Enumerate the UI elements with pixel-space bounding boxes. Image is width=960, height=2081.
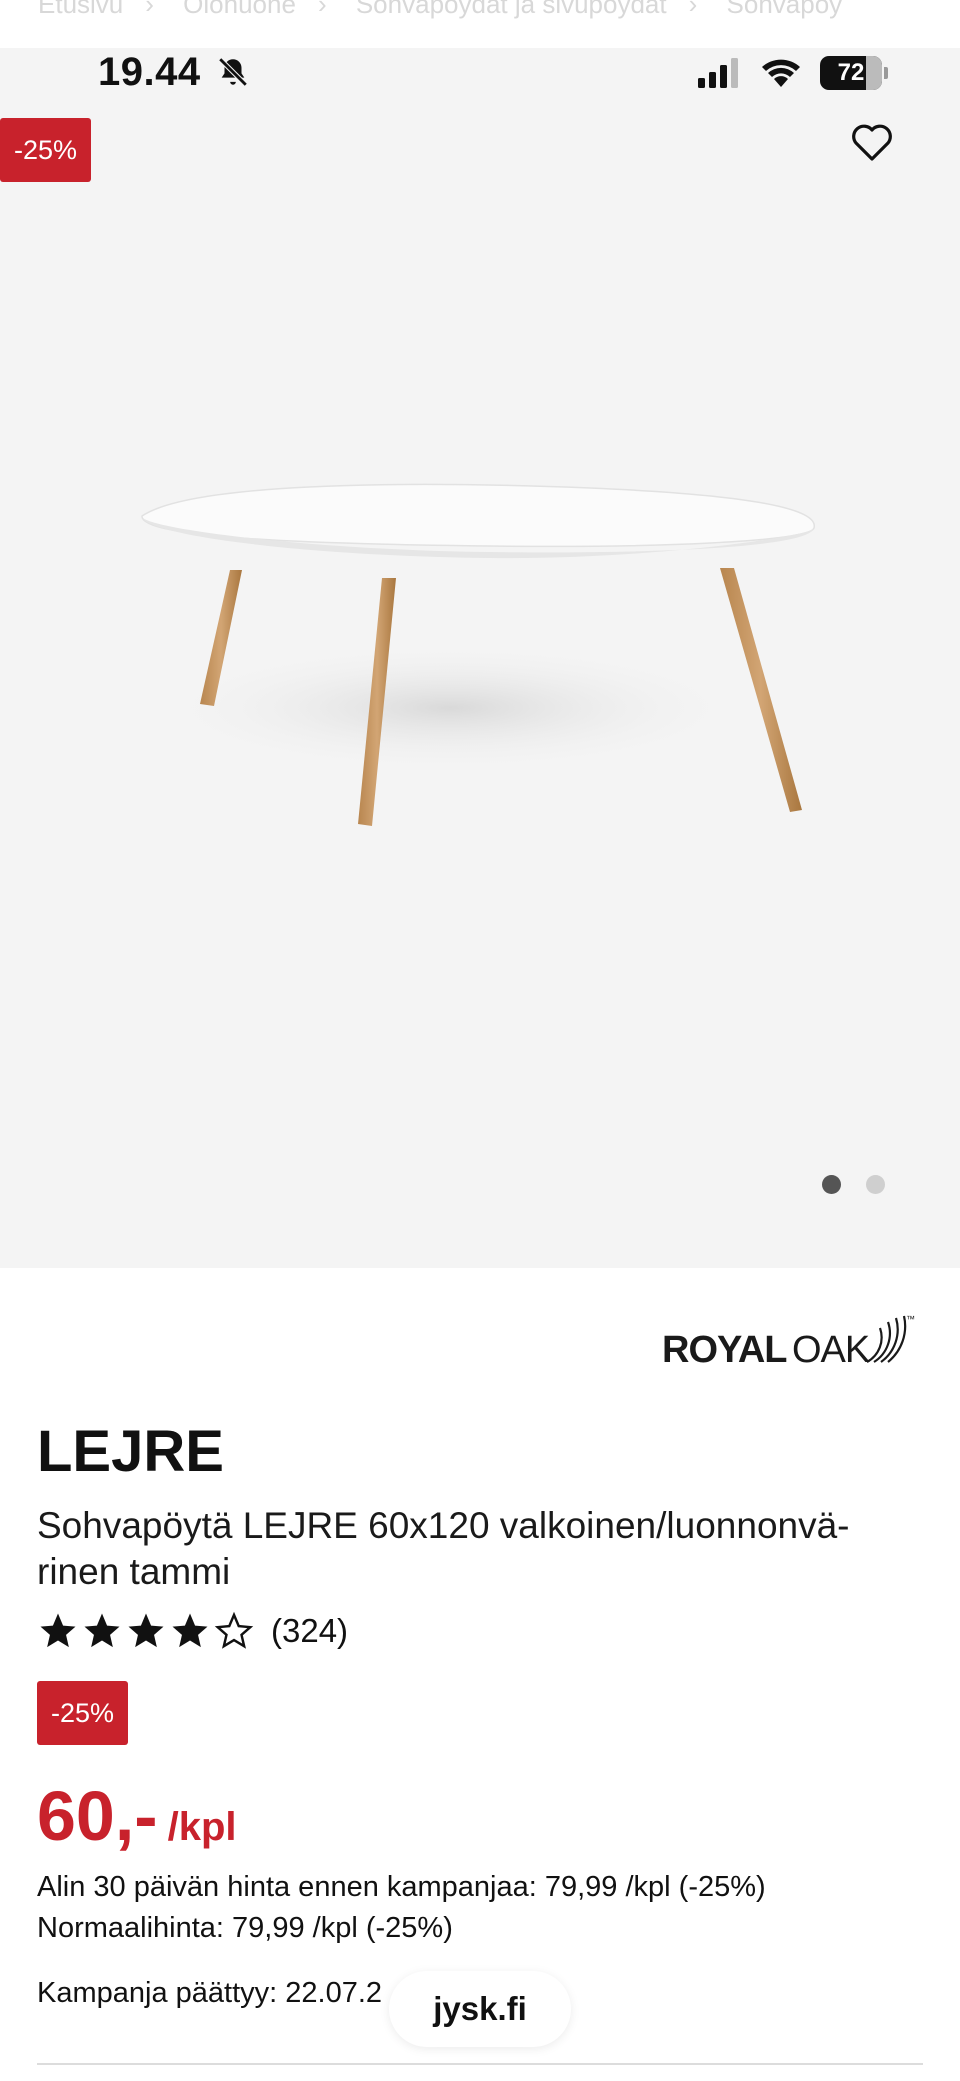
product-price: 60,-/kpl <box>37 1776 237 1856</box>
product-image <box>141 483 815 826</box>
product-rating[interactable]: (324) <box>37 1610 348 1652</box>
cellular-signal-icon <box>698 58 738 88</box>
price-info: Alin 30 päivän hinta ennen kampanjaa: 79… <box>37 1867 766 1949</box>
star-filled-icon <box>40 1613 76 1648</box>
star-filled-icon <box>172 1613 208 1648</box>
rating-count[interactable]: (324) <box>271 1612 348 1650</box>
status-time: 19.44 <box>98 50 250 95</box>
gallery-pagination[interactable] <box>822 1175 885 1194</box>
star-filled-icon <box>84 1613 120 1648</box>
breadcrumb: Etusivu › Olohuone › Sohvapöydät ja sivupö… <box>0 0 960 48</box>
price-discount-badge: -25% <box>37 1681 129 1745</box>
star-filled-icon <box>128 1613 164 1648</box>
svg-text:OAK: OAK <box>792 1329 870 1371</box>
breadcrumb-item-coffee-tables[interactable]: Sohvapöy <box>727 0 843 19</box>
breadcrumb-item-tables[interactable]: Sohvapöydät ja sivupöydät <box>356 0 667 19</box>
lowest-price-30d: Alin 30 päivän hinta ennen kampanjaa: 79… <box>37 1871 766 1903</box>
battery-icon: 72 <box>820 56 888 90</box>
star-empty-icon <box>214 1611 254 1649</box>
product-title: LEJRE <box>37 1419 224 1484</box>
gallery-discount-badge: -25% <box>0 118 92 182</box>
status-bar: 19.44 72 <box>0 48 960 96</box>
svg-text:™: ™ <box>906 1314 915 1324</box>
wifi-icon <box>762 59 800 87</box>
royal-oak-logo: ROYAL OAK ™ <box>662 1314 915 1371</box>
divider <box>37 2063 923 2065</box>
breadcrumb-item-living-room[interactable]: Olohuone <box>183 0 296 19</box>
campaign-end: Kampanja päättyy: 22.07.2 <box>37 1977 383 2009</box>
breadcrumb-item-home[interactable]: Etusivu <box>38 0 123 19</box>
price-amount: 60,- <box>37 1777 158 1855</box>
price-unit: /kpl <box>167 1805 237 1849</box>
gallery-dot-2[interactable] <box>866 1175 885 1194</box>
svg-text:ROYAL: ROYAL <box>662 1329 787 1371</box>
gallery-dot-1[interactable] <box>822 1175 841 1194</box>
chevron-right-icon: › <box>317 0 327 19</box>
chevron-right-icon: › <box>145 0 154 19</box>
product-gallery[interactable]: 19.44 72 -25% <box>0 48 960 1268</box>
bell-slash-icon <box>218 57 248 87</box>
normal-price: Normaalihinta: 79,99 /kpl (-25%) <box>37 1912 453 1944</box>
product-description: Sohvapöytä LEJRE 60x120 valkoinen/luonno… <box>37 1505 850 1592</box>
browser-url-pill[interactable]: jysk.fi <box>389 1971 571 2047</box>
heart-icon[interactable] <box>848 118 896 166</box>
chevron-right-icon: › <box>688 0 698 19</box>
